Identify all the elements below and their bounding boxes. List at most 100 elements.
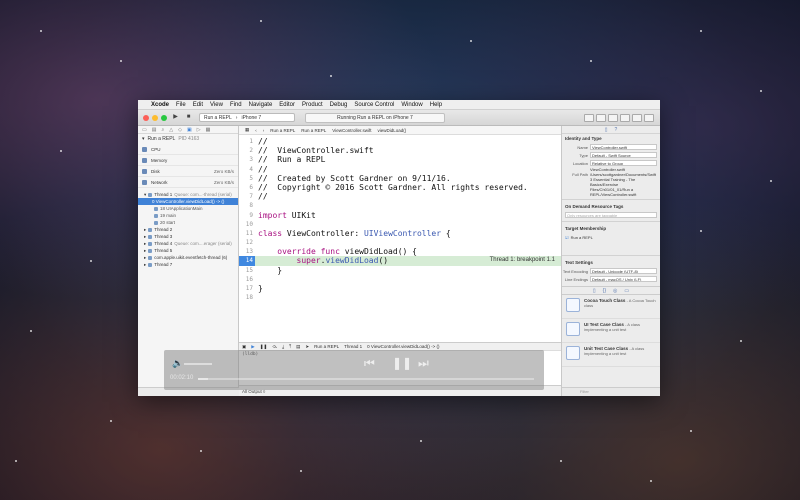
jump-group[interactable]: Run a REPL (301, 128, 326, 133)
menu-file[interactable]: File (176, 102, 186, 108)
menu-find[interactable]: Find (230, 102, 242, 108)
step-in-icon[interactable]: ⤓ (282, 344, 284, 349)
stop-icon[interactable]: ■ (184, 113, 193, 122)
object-library-icon[interactable]: ◎ (613, 288, 617, 294)
process-row[interactable]: ▾ Run a REPL PID 4163 (138, 134, 238, 144)
debug-thread[interactable]: Thread 1 (344, 344, 362, 349)
test-icon[interactable]: ◇ (178, 127, 182, 133)
stack-frame[interactable]: 18 UIApplicationMain (138, 205, 238, 212)
thread-row[interactable]: ▸ Thread 5 (138, 247, 238, 254)
playback-scrubber[interactable] (198, 378, 534, 380)
gauge-disk[interactable]: Disk Zero KB/s (138, 166, 238, 177)
jump-file[interactable]: ViewController.swift (332, 128, 371, 133)
menu-debug[interactable]: Debug (330, 102, 348, 108)
breakpoints-toggle-icon[interactable]: ▶ (251, 344, 254, 350)
pause-icon[interactable]: ❚❚ (392, 356, 412, 370)
run-icon[interactable]: ▶ (171, 113, 180, 122)
thread-row[interactable]: ▸ Thread 7 (138, 261, 238, 268)
disclosure-icon: ▸ (144, 240, 147, 246)
step-out-icon[interactable]: ⤒ (289, 344, 291, 349)
menu-navigate[interactable]: Navigate (249, 102, 273, 108)
breakpoint-annotation: Thread 1: breakpoint 1.1 (489, 257, 555, 264)
debug-target[interactable]: Run a REPL (314, 344, 339, 349)
zoom-window-icon[interactable] (161, 114, 167, 121)
code-line: 4 // (239, 165, 561, 174)
symbol-icon[interactable]: ▤ (152, 127, 157, 133)
line-text: // Run a REPL (258, 155, 326, 165)
volume-slider[interactable] (184, 363, 212, 365)
type-select[interactable]: Default - Swift Source (590, 152, 657, 158)
toggle-debug-icon[interactable] (632, 113, 642, 122)
view-hierarchy-icon[interactable]: ▤ (296, 344, 300, 350)
step-over-icon[interactable]: ⤼ (272, 344, 277, 349)
breakpoint-icon[interactable]: ▷ (197, 127, 201, 133)
toggle-navigator-icon[interactable] (620, 113, 630, 122)
menu-source-control[interactable]: Source Control (354, 102, 394, 108)
line-text: // (258, 137, 268, 146)
menu-editor[interactable]: Editor (279, 102, 295, 108)
fast-forward-icon[interactable]: ⏭ (418, 356, 429, 371)
version-editor-icon[interactable] (608, 113, 618, 122)
related-items-icon[interactable]: ▦ (245, 127, 249, 133)
forward-icon[interactable]: › (263, 128, 265, 133)
assistant-editor-icon[interactable] (596, 113, 606, 122)
menu-help[interactable]: Help (430, 102, 442, 108)
hide-debug-icon[interactable]: ▣ (242, 344, 246, 350)
menu-product[interactable]: Product (302, 102, 323, 108)
menu-view[interactable]: View (210, 102, 223, 108)
scheme-selector[interactable]: Run a REPL › iPhone 7 (199, 113, 295, 122)
star (30, 330, 32, 332)
debug-frame[interactable]: 0 ViewController.viewDidLoad() -> () (367, 344, 439, 349)
toggle-inspector-icon[interactable] (644, 113, 654, 122)
search-icon[interactable]: ⌕ (161, 127, 164, 133)
thread-label: com.apple.uikit.eventfetch-thread (6) (154, 255, 228, 260)
process-pid: PID 4163 (178, 136, 200, 142)
thread-icon (148, 192, 153, 197)
code-snippet-icon[interactable]: {} (603, 288, 606, 294)
checkbox-icon[interactable]: ☑ (565, 235, 569, 240)
rewind-icon[interactable]: ⏮ (364, 356, 375, 371)
media-library-icon[interactable]: ▭ (624, 288, 629, 294)
menu-edit[interactable]: Edit (193, 102, 203, 108)
endings-select[interactable]: Default - macOS / Unix (LF) (590, 276, 657, 282)
star (15, 460, 17, 462)
library-item[interactable]: UI Test Case Class - A class implementin… (562, 319, 660, 343)
thread-row[interactable]: ▸ com.apple.uikit.eventfetch-thread (6) (138, 254, 238, 261)
thread-row[interactable]: ▸ Thread 2 (138, 226, 238, 233)
folder-icon[interactable]: ▭ (142, 127, 147, 133)
menu-window[interactable]: Window (401, 102, 422, 108)
debug-icon[interactable]: ▣ (187, 127, 192, 133)
gauge-network[interactable]: Network Zero KB/s (138, 177, 238, 188)
gauge-cpu[interactable]: CPU (138, 144, 238, 155)
quick-help-icon[interactable]: ? (614, 127, 617, 133)
minimize-window-icon[interactable] (152, 114, 158, 121)
menu-xcode[interactable]: Xcode (151, 102, 169, 108)
file-inspector-icon[interactable]: ▯ (605, 127, 608, 133)
name-field[interactable]: ViewController.swift (590, 144, 657, 150)
library-item[interactable]: Cocoa Touch Class - A Cocoa Touch class (562, 295, 660, 319)
jump-project[interactable]: Run a REPL (270, 128, 295, 133)
gauge-memory[interactable]: Memory (138, 155, 238, 166)
location-select[interactable]: Relative to Group (590, 160, 657, 166)
thread-row[interactable]: ▸ Thread 3 (138, 233, 238, 240)
back-icon[interactable]: ‹ (255, 128, 257, 133)
pause-icon[interactable]: ❚❚ (260, 344, 268, 350)
stack-frame[interactable]: 19 main (138, 212, 238, 219)
file-template-icon[interactable]: ▯ (593, 288, 596, 294)
library-item[interactable]: Unit Test Case Class - A class implement… (562, 343, 660, 367)
encoding-select[interactable]: Default - Unicode (UTF-8) (590, 268, 657, 274)
thread-row[interactable]: ▸ Thread 4 Queue: com....erager (serial) (138, 240, 238, 247)
volume-icon[interactable]: 🔈 (172, 358, 183, 369)
issue-icon[interactable]: △ (169, 127, 173, 133)
odr-tags-field[interactable]: Only resources are taggable (565, 212, 657, 218)
jump-symbol[interactable]: viewDidLoad() (377, 128, 406, 133)
stack-frame-selected[interactable]: 0 ViewController.viewDidLoad() -> () (138, 198, 238, 205)
location-icon[interactable]: ➤ (305, 344, 309, 350)
report-icon[interactable]: ▦ (206, 127, 211, 133)
code-line: 18 (239, 293, 561, 302)
stack-frame[interactable]: 20 start (138, 219, 238, 226)
standard-editor-icon[interactable] (584, 113, 594, 122)
close-window-icon[interactable] (143, 114, 149, 121)
library-filter[interactable]: Filter (562, 387, 660, 396)
thread-row[interactable]: ▾ Thread 1 Queue: com...-thread (serial) (138, 191, 238, 198)
